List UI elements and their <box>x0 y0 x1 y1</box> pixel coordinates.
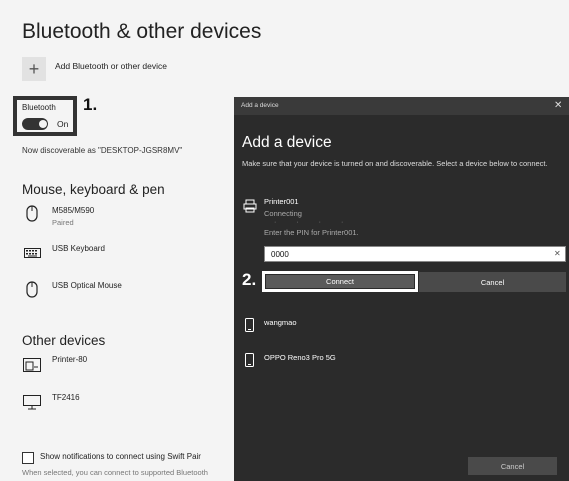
swift-pair-checkbox[interactable] <box>22 452 34 464</box>
toggle-state-label: On <box>57 119 69 129</box>
toggle-knob <box>39 120 47 128</box>
swift-pair-label[interactable]: Show notifications to connect using Swif… <box>40 452 201 461</box>
bluetooth-label: Bluetooth <box>22 103 56 112</box>
phone-icon <box>245 318 254 332</box>
dialog-bar-title: Add a device <box>241 102 279 109</box>
close-icon[interactable]: ✕ <box>554 100 562 111</box>
pin-input[interactable] <box>264 246 566 262</box>
add-device-button[interactable]: + <box>22 57 46 81</box>
printer-item-status: Connecting <box>264 209 302 218</box>
plus-icon: + <box>28 58 40 79</box>
step-2-marker: 2. <box>242 270 257 289</box>
page-title: Bluetooth & other devices <box>22 20 262 43</box>
device-item-oppo[interactable]: OPPO Reno3 Pro 5G <box>264 353 336 362</box>
swift-pair-note: When selected, you can connect to suppor… <box>22 468 208 477</box>
step-1-marker: 1. <box>83 95 98 114</box>
printer-icon <box>243 199 257 213</box>
monitor-icon <box>23 395 41 410</box>
printer-device-icon <box>23 358 41 372</box>
dialog-title-bar <box>234 97 569 115</box>
phone-icon <box>245 353 254 367</box>
pin-prompt: Enter the PIN for Printer001. <box>264 228 359 237</box>
progress-dots: ···· <box>274 219 364 226</box>
device-item-m585[interactable]: M585/M590 <box>52 206 94 215</box>
add-device-dialog: Add a device ✕ Add a device Make sure th… <box>234 97 569 481</box>
printer-item-name[interactable]: Printer001 <box>264 197 299 206</box>
bluetooth-highlight-box <box>13 96 77 136</box>
clear-icon[interactable]: ✕ <box>554 249 561 258</box>
discoverable-text: Now discoverable as "DESKTOP-JGSR8MV" <box>22 146 183 155</box>
device-item-usb-optical-mouse[interactable]: USB Optical Mouse <box>52 281 122 290</box>
pin-input-value[interactable]: 0000 <box>271 250 289 259</box>
device-item-tf2416[interactable]: TF2416 <box>52 393 80 402</box>
mouse-icon <box>26 205 38 222</box>
keyboard-icon <box>24 248 41 258</box>
section-other-devices: Other devices <box>22 333 106 348</box>
device-item-usb-keyboard[interactable]: USB Keyboard <box>52 244 105 253</box>
device-item-wangmao[interactable]: wangmao <box>264 318 297 327</box>
mouse-icon <box>26 281 38 298</box>
device-item-printer-80[interactable]: Printer-80 <box>52 355 87 364</box>
connect-button-label[interactable]: Connect <box>266 277 414 286</box>
bottom-cancel-label[interactable]: Cancel <box>468 462 557 471</box>
cancel-button-label[interactable]: Cancel <box>419 278 566 287</box>
dialog-description: Make sure that your device is turned on … <box>242 159 548 168</box>
dialog-heading: Add a device <box>242 134 332 151</box>
add-device-label[interactable]: Add Bluetooth or other device <box>55 61 167 71</box>
section-mouse-keyboard: Mouse, keyboard & pen <box>22 182 165 197</box>
device-status: Paired <box>52 218 74 227</box>
